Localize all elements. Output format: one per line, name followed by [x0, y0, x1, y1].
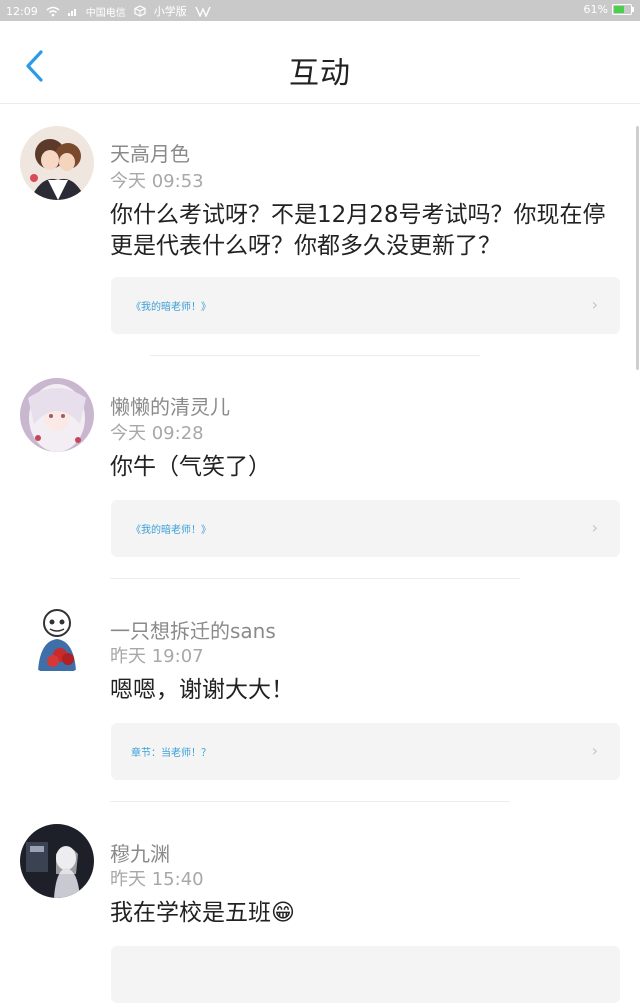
username[interactable]: 懒懒的清灵儿 [110, 391, 230, 420]
comment-text: 你牛（气笑了） [110, 454, 271, 480]
source-link-text: 《我的暗老师！》 [131, 302, 211, 313]
username[interactable]: 穆九渊 [110, 838, 170, 867]
status-app-label: 小学版 [153, 5, 187, 18]
comment-time: 昨天 19:07 [110, 646, 204, 667]
chevron-right-icon: › [591, 518, 598, 537]
username[interactable]: 天高月色 [110, 138, 190, 167]
page-title: 互动 [289, 56, 351, 91]
comment-text: 嗯嗯，谢谢大大！ [110, 677, 294, 703]
scrollbar[interactable] [636, 126, 639, 370]
avatar[interactable] [20, 378, 94, 452]
source-link-card[interactable]: 章节：当老师！？ › [111, 723, 620, 780]
source-link-text: 章节：当老师！？ [131, 748, 211, 759]
avatar[interactable] [20, 601, 94, 675]
source-link-card[interactable] [111, 946, 620, 1003]
signal-icon [67, 9, 76, 16]
chevron-right-icon: › [591, 741, 598, 760]
divider [110, 801, 510, 802]
comment-time: 昨天 15:40 [110, 869, 204, 890]
comment-time: 今天 09:53 [110, 171, 204, 192]
wifi-icon [46, 6, 60, 16]
notification-icon [195, 6, 211, 17]
avatar[interactable] [20, 824, 94, 898]
status-time: 12:09 [6, 4, 38, 18]
status-bar: 12:09 中国电信 小学版 61% [0, 0, 640, 21]
grin-emoji: 😁 [271, 900, 295, 926]
comment-text: 你什么考试呀？不是12月28号考试吗？你现在停更是代表什么呀？你都多久没更新了？ [110, 202, 606, 259]
username[interactable]: 一只想拆迁的sans [110, 615, 276, 644]
divider [110, 578, 520, 579]
battery-percent: 61% [583, 3, 608, 16]
comment-time: 今天 09:28 [110, 423, 204, 444]
source-link-card[interactable]: 《我的暗老师！》 › [111, 500, 620, 557]
avatar[interactable] [20, 126, 94, 200]
source-link-card[interactable]: 《我的暗老师！》 › [111, 277, 620, 334]
comment-text: 我在学校是五班😁 [110, 898, 620, 929]
battery-icon [612, 4, 634, 15]
source-link-text: 《我的暗老师！》 [131, 525, 211, 536]
header: 互动 [0, 21, 640, 104]
chevron-right-icon: › [591, 295, 598, 314]
divider [150, 355, 480, 356]
status-carrier: 中国电信 [85, 7, 126, 19]
app-cube-icon [134, 5, 146, 17]
comment-text-body: 我在学校是五班 [110, 900, 271, 926]
